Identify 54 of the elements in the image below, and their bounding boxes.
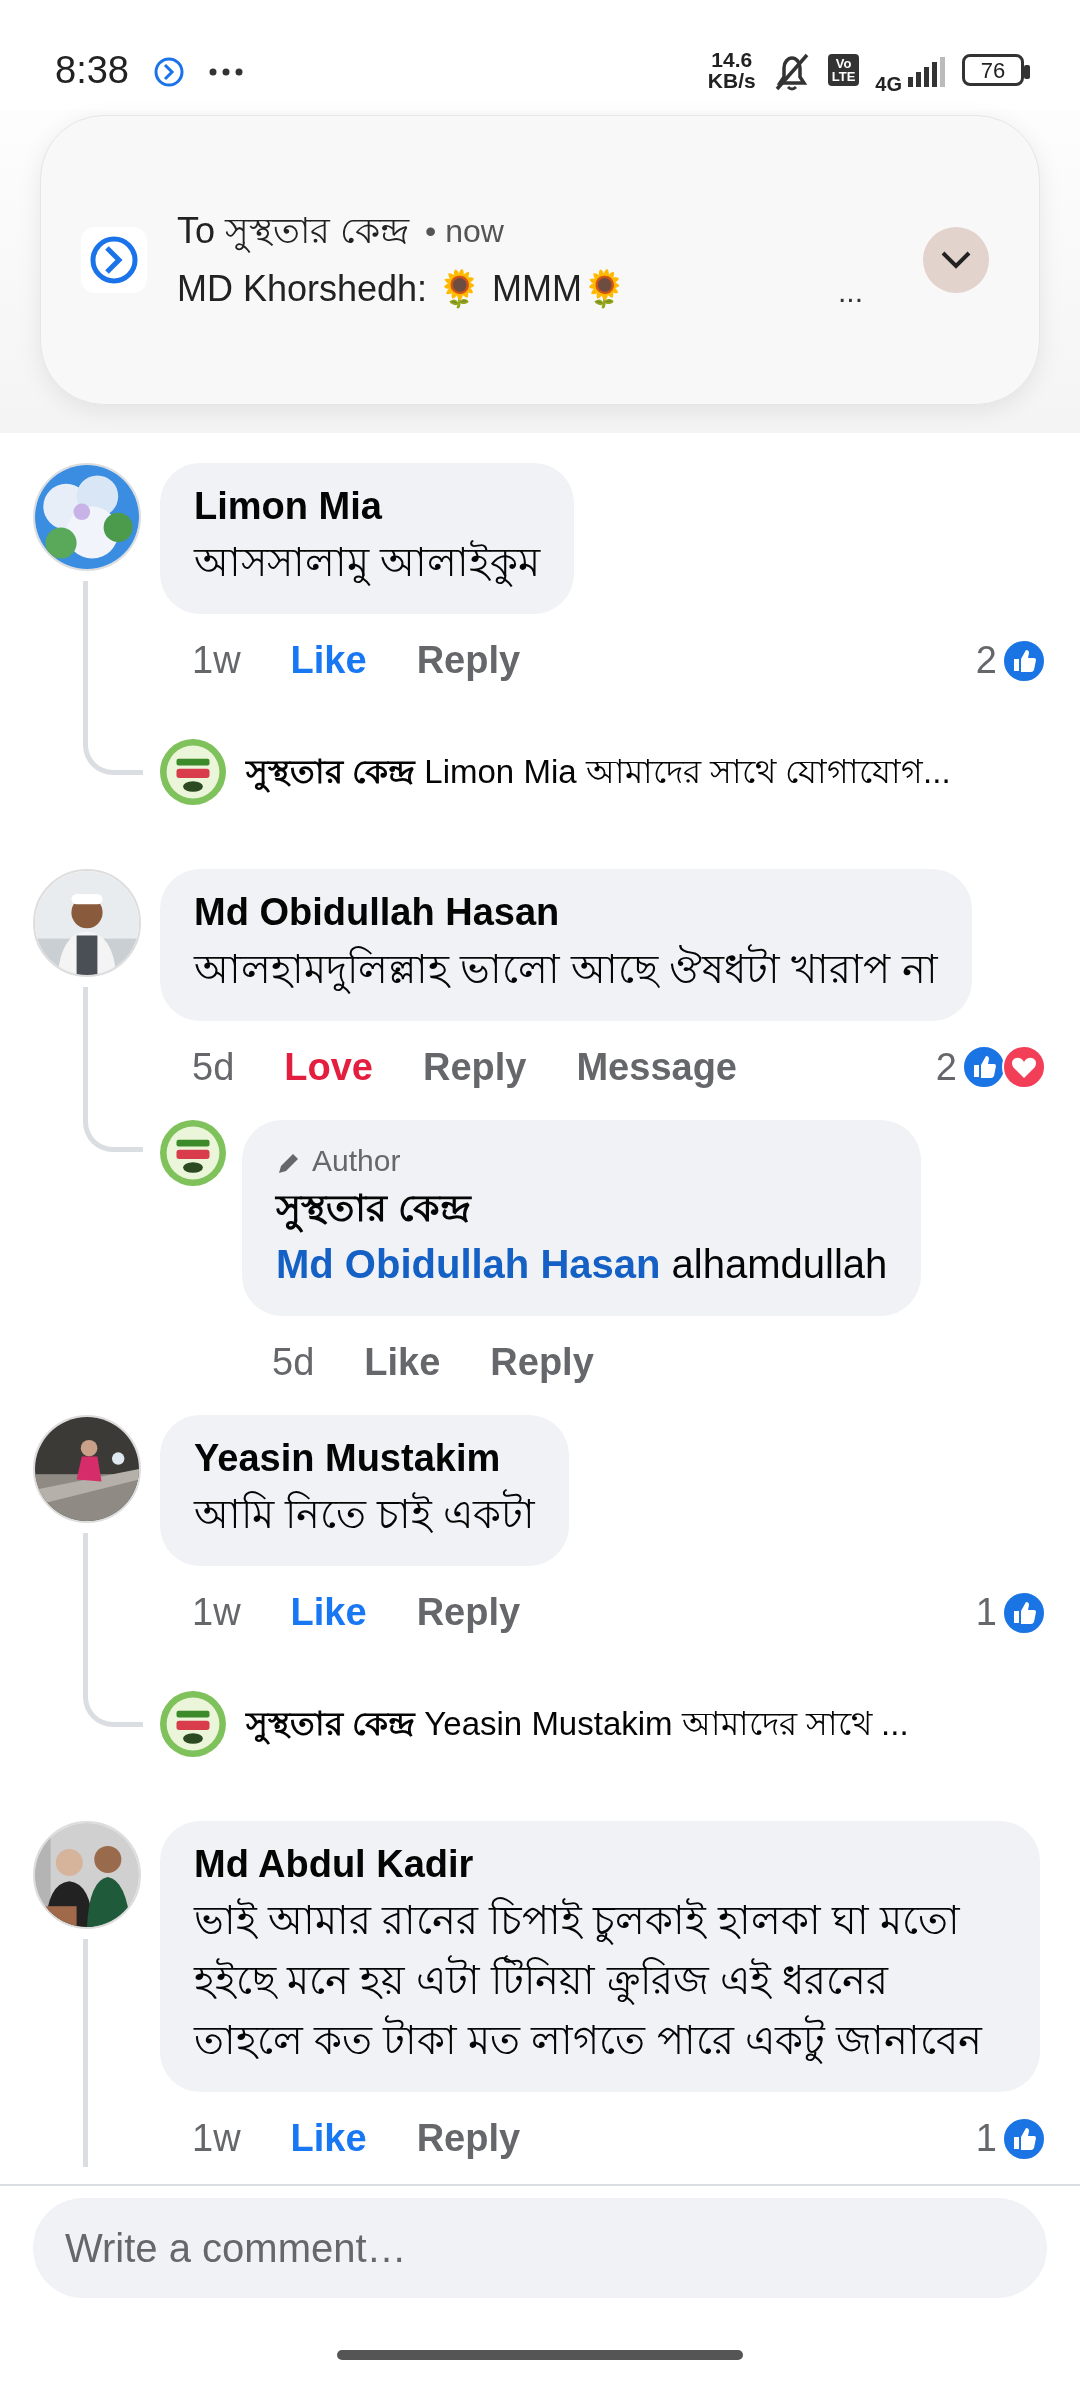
action-link[interactable]: Reply: [490, 1333, 594, 1391]
author-label: Author: [312, 1142, 401, 1179]
notification-card[interactable]: To সুস্থতার কেন্দ্র • now MD Khorshedh: 🌻 MMM🌻 ...: [40, 115, 1040, 405]
reaction-count: 2: [935, 1044, 957, 1090]
react-button[interactable]: Like: [290, 2110, 367, 2168]
react-button[interactable]: Like: [364, 1333, 441, 1391]
comment-time: 5d: [192, 1044, 235, 1090]
reply-summary: সুস্থতার কেন্দ্র Limon Mia আমাদের সাথে যোগাযোগ...: [246, 750, 981, 794]
mention-link[interactable]: Md Obidullah Hasan: [276, 1241, 661, 1286]
notification-message: MD Khorshedh: 🌻 MMM🌻: [177, 267, 629, 311]
commenter-name[interactable]: Md Abdul Kadir: [194, 1839, 1006, 1891]
signal-icon: [906, 57, 946, 88]
more-notifications-icon: [208, 68, 243, 77]
react-button[interactable]: Like: [290, 1584, 367, 1642]
comment-text: আলহামদুলিল্লাহ ভালো আছে ঔষধটা খারাপ না: [194, 938, 938, 999]
commenter-name[interactable]: Md Obidullah Hasan: [194, 887, 938, 939]
battery-tip-icon: [1024, 65, 1030, 80]
speed-unit: KB/s: [707, 70, 756, 91]
reaction-count: 1: [975, 2116, 997, 2162]
commenter-name[interactable]: সুস্থতার কেন্দ্র: [276, 1182, 888, 1234]
action-link[interactable]: Reply: [423, 1038, 527, 1096]
comment-time: 1w: [192, 638, 241, 684]
network-type: 4G: [875, 71, 902, 97]
ellipsis-text: ...: [838, 274, 863, 310]
app-notification-icon: [152, 56, 185, 89]
comment-time: 1w: [192, 1590, 241, 1636]
commenter-name[interactable]: Limon Mia: [194, 481, 541, 533]
reply-summary: সুস্থতার কেন্দ্র Yeasin Mustakim আমাদের সাথে ...: [246, 1702, 939, 1746]
comment-text: আসসালামু আলাইকুম: [194, 539, 541, 589]
action-link[interactable]: Reply: [416, 632, 521, 690]
react-button[interactable]: Love: [284, 1038, 373, 1096]
notification-title: To সুস্থতার কেন্দ্র: [177, 209, 410, 255]
clock: 8:38: [55, 47, 129, 93]
chevron-down-icon: [940, 250, 972, 270]
commenter-name[interactable]: Yeasin Mustakim: [194, 1432, 536, 1485]
volte-label: LTE: [831, 70, 856, 83]
action-link[interactable]: Message: [576, 1038, 737, 1096]
react-button[interactable]: Like: [290, 632, 367, 690]
reply-text: Md Obidullah Hasan alhamdullah: [276, 1240, 888, 1288]
notification-time: • now: [425, 212, 504, 251]
volte-label: Vo: [834, 57, 853, 70]
app-icon: [88, 234, 140, 286]
thread-connector: [83, 1095, 143, 1152]
comment-text: ভাই আমার রানের চিপাই চুলকাই হালকা ঘা মতো হইছে মনে হয় এটা টিনিয়া ক্রুরিজ এই ধরনের তাহলে কত টাকা মত লাগতে পারে একটু জানাবেন: [194, 1896, 984, 2066]
comment-input[interactable]: Write a comment…: [33, 2198, 1047, 2298]
comment-text: আমি নিতে চাই একটা: [194, 1484, 536, 1545]
speed-value: 14.6: [710, 49, 754, 70]
action-link[interactable]: Reply: [416, 2110, 521, 2168]
reaction-count: 2: [975, 638, 997, 684]
reaction-count: 1: [975, 1590, 997, 1636]
comment-time: 5d: [272, 1339, 315, 1385]
action-link[interactable]: Reply: [416, 1584, 521, 1642]
battery-level: 76: [962, 54, 1024, 86]
comment-time: 1w: [192, 2116, 241, 2162]
